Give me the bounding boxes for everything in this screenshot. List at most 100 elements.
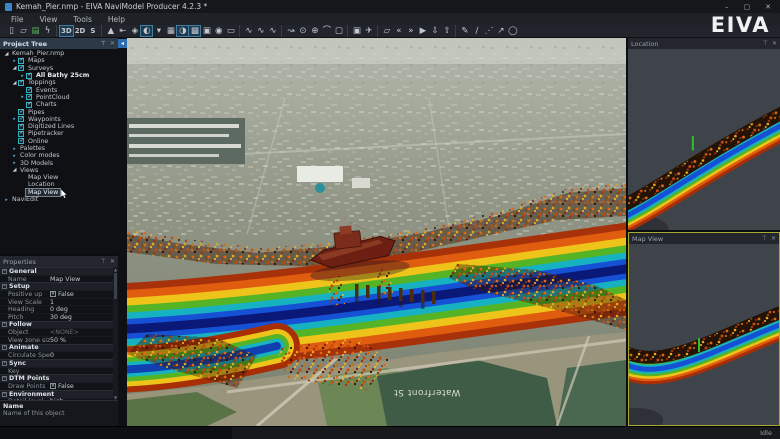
checkbox-checked[interactable] <box>26 73 32 79</box>
expander-icon[interactable]: ▸ <box>11 116 18 122</box>
camera-icon[interactable]: ◉ <box>213 26 224 37</box>
circle-tool-icon[interactable]: ◯ <box>507 26 518 37</box>
tree-item-pipetracker[interactable]: Pipetracker <box>0 130 118 137</box>
step-forward-icon[interactable]: » <box>405 26 416 37</box>
checkbox-checked[interactable] <box>26 87 32 93</box>
checkbox-false-icon[interactable]: ✕ <box>50 383 56 389</box>
tree-item-views[interactable]: ◢Views <box>0 167 118 174</box>
location-view-content[interactable] <box>628 49 780 230</box>
property-value[interactable]: <NONE> <box>50 329 113 336</box>
tree-item-maps[interactable]: ▸Maps <box>0 57 118 64</box>
tree-item-palettes[interactable]: ▸Palettes <box>0 145 118 152</box>
image-overlay-icon[interactable]: ▣ <box>201 26 212 37</box>
orbit-icon[interactable]: ◈ <box>129 26 140 37</box>
checkbox-checked[interactable] <box>18 116 24 122</box>
expander-icon[interactable]: ▸ <box>19 94 26 100</box>
collapse-box-icon[interactable]: – <box>2 376 7 381</box>
tree-item-surveys[interactable]: ◢Surveys <box>0 65 118 72</box>
expander-icon[interactable]: ▸ <box>11 58 18 64</box>
property-value[interactable]: ✕False <box>50 291 113 298</box>
expander-icon[interactable]: ◢ <box>11 167 18 173</box>
property-value[interactable]: 50 % <box>50 337 113 344</box>
expander-icon[interactable]: ◢ <box>11 80 18 86</box>
collapse-box-icon[interactable]: – <box>2 345 7 350</box>
checkbox-checked[interactable] <box>18 124 24 130</box>
collapse-box-icon[interactable]: – <box>2 322 7 327</box>
tree-item-pointcloud[interactable]: ▸PointCloud <box>0 94 118 101</box>
globe-dark-icon[interactable]: ◐ <box>141 26 152 36</box>
pin-icon[interactable]: ⊤ <box>101 258 106 265</box>
collapse-box-icon[interactable]: – <box>2 392 7 397</box>
tree-item-toppings[interactable]: ◢Toppings <box>0 79 118 86</box>
expander-icon[interactable]: ▸ <box>19 73 26 79</box>
tree-item-charts[interactable]: Charts <box>0 101 118 108</box>
tree-item-kemah-pier-nmp[interactable]: ◢Kemah_Pier.nmp <box>0 50 118 57</box>
expander-icon[interactable]: ▸ <box>11 160 18 166</box>
close-icon[interactable]: ✕ <box>772 40 777 47</box>
bathymetry-scene[interactable]: Waterfront St <box>127 38 626 426</box>
menu-help[interactable]: Help <box>100 15 133 24</box>
property-value[interactable]: 1 <box>50 299 113 306</box>
rectangle-tool-icon[interactable]: ▢ <box>333 26 344 37</box>
seabed-icon[interactable]: ◑ <box>177 26 188 36</box>
maximize-button[interactable]: ▢ <box>744 3 751 11</box>
line-tool-icon[interactable]: ∕ <box>471 26 482 37</box>
tree-item-pipes[interactable]: Pipes <box>0 108 118 115</box>
pin-icon[interactable]: ⊤ <box>762 235 767 242</box>
expander-icon[interactable]: ◢ <box>11 65 18 71</box>
map-view-content[interactable] <box>629 244 779 425</box>
property-value[interactable]: 0 deg <box>50 306 113 313</box>
property-section-setup[interactable]: –Setup <box>0 282 113 290</box>
checkbox-checked[interactable] <box>26 94 32 100</box>
collapse-box-icon[interactable]: – <box>2 361 7 366</box>
close-button[interactable]: ✕ <box>765 3 771 11</box>
cross-profile-icon[interactable]: ∿ <box>255 26 266 37</box>
property-section-environment[interactable]: –Environment <box>0 390 113 398</box>
route-icon[interactable]: ↝ <box>285 26 296 37</box>
property-value[interactable]: Map View <box>50 276 113 283</box>
map-view-3d[interactable]: Waterfront St <box>127 38 626 426</box>
property-value[interactable]: 0 <box>50 352 113 359</box>
property-section-sync[interactable]: –Sync <box>0 359 113 367</box>
expander-icon[interactable]: ◢ <box>3 51 10 57</box>
property-section-animate[interactable]: –Animate <box>0 344 113 352</box>
auto-hide-button[interactable]: ◂ <box>118 39 127 48</box>
close-icon[interactable]: ✕ <box>771 235 776 242</box>
pin-icon[interactable]: ⊤ <box>763 40 768 47</box>
expander-icon[interactable]: ▸ <box>11 146 18 152</box>
pin-icon[interactable]: ⊤ <box>100 40 105 47</box>
save-icon[interactable]: ▤ <box>30 26 41 37</box>
tree-item-online[interactable]: Online <box>0 138 118 145</box>
dock-splitter[interactable]: ◂ <box>118 38 127 426</box>
menu-file[interactable]: File <box>3 15 32 24</box>
waypoint-icon[interactable]: ⊙ <box>297 26 308 37</box>
tree-item-all-bathy-25cm[interactable]: ▸All Bathy 25cm <box>0 72 118 79</box>
flight-plan-icon[interactable]: ✈ <box>363 26 374 37</box>
checkbox-checked[interactable] <box>18 65 24 71</box>
checkbox-checked[interactable] <box>18 58 24 64</box>
curve-tool-icon[interactable]: ⌒ <box>321 26 332 37</box>
dropdown-caret-icon[interactable]: ▾ <box>153 26 164 37</box>
snapshot-icon[interactable]: ▣ <box>351 26 362 37</box>
property-section-general[interactable]: –General <box>0 267 113 275</box>
arrow-tool-icon[interactable]: ↗ <box>495 26 506 37</box>
checkbox-checked[interactable] <box>18 138 24 144</box>
import-view-icon[interactable]: ⇤ <box>117 26 128 37</box>
property-value[interactable]: high <box>50 398 113 400</box>
expander-icon[interactable]: ▸ <box>3 197 10 203</box>
flight-mode-icon[interactable]: ▲ <box>105 26 116 37</box>
collapse-box-icon[interactable]: – <box>2 284 7 289</box>
tree-item-naviedit[interactable]: ▸NaviEdit <box>0 196 118 203</box>
property-value[interactable]: 30 deg <box>50 314 113 321</box>
property-section-follow[interactable]: –Follow <box>0 321 113 329</box>
expander-icon[interactable]: ▸ <box>11 153 18 159</box>
tree-item-3d-models[interactable]: ▸3D Models <box>0 159 118 166</box>
tree-item-waypoints[interactable]: ▸Waypoints <box>0 116 118 123</box>
tree-item-location[interactable]: Location <box>0 181 118 188</box>
view-2d-button[interactable]: 2D <box>74 26 87 37</box>
view-3d-button[interactable]: 3D <box>60 26 73 36</box>
edit-tool-icon[interactable]: ✎ <box>459 26 470 37</box>
tree-item-map-view[interactable]: Map View <box>0 174 118 181</box>
move-down-icon[interactable]: ⇩ <box>429 26 440 37</box>
ruler-icon[interactable]: ▭ <box>225 26 236 37</box>
